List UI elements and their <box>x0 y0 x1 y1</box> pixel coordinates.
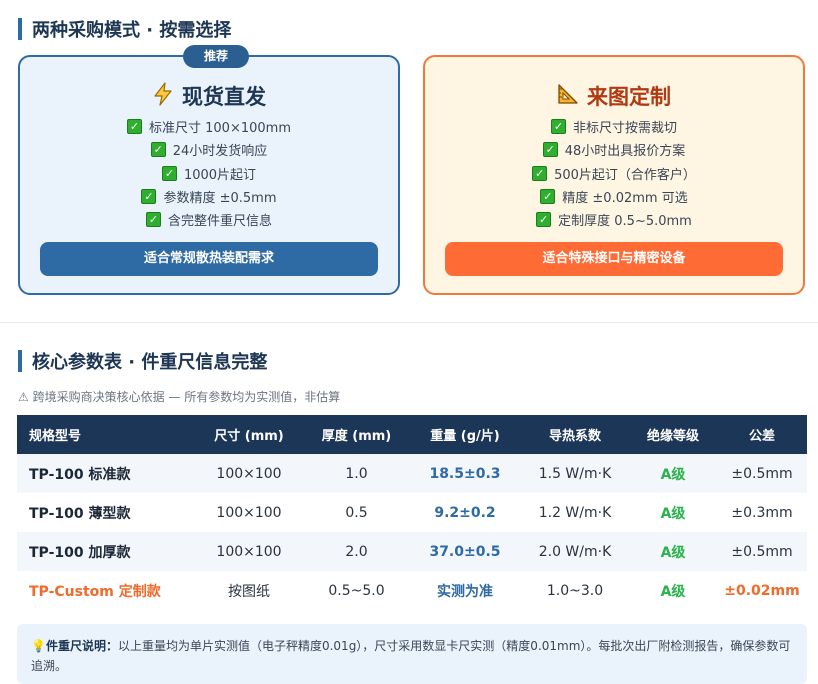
table-row: TP-Custom 定制款 按图纸 0.5~5.0 实测为准 1.0~3.0 A… <box>17 571 807 610</box>
feature-item: ✓ 48小时出具报价方案 <box>425 138 803 161</box>
check-icon: ✓ <box>536 212 552 228</box>
cell-size: 100×100 <box>194 493 304 532</box>
stock-cta-button[interactable]: 适合常规散热装配需求 <box>40 242 378 276</box>
cell-tolerance: ±0.02mm <box>717 571 807 610</box>
cell-conductivity: 1.0~3.0 <box>521 571 629 610</box>
triangle-ruler-icon <box>557 83 579 110</box>
cell-conductivity: 2.0 W/m·K <box>521 532 629 571</box>
stock-feature-list: ✓ 标准尺寸 100×100mm ✓ 24小时发货响应 ✓ 1000片起订 ✓ 参数精度… <box>20 115 398 231</box>
cell-thickness: 0.5 <box>304 493 409 532</box>
cell-size: 按图纸 <box>194 571 304 610</box>
recommend-badge: 推荐 <box>183 45 249 68</box>
feature-item: ✓ 500片起订（合作客户） <box>425 162 803 185</box>
section-title-modes: 两种采购模式 · 按需选择 <box>18 16 231 42</box>
feature-text: 48小时出具报价方案 <box>564 144 686 160</box>
cell-weight: 9.2±0.2 <box>409 493 521 532</box>
feature-text: 标准尺寸 100×100mm <box>149 121 291 137</box>
column-header: 尺寸 (mm) <box>194 415 304 454</box>
section-divider <box>0 322 818 323</box>
section-bar <box>18 18 22 40</box>
feature-text: 24小时发货响应 <box>172 144 268 160</box>
check-icon: ✓ <box>150 142 166 158</box>
cell-weight: 37.0±0.5 <box>409 532 521 571</box>
feature-item: ✓ 24小时发货响应 <box>20 138 398 161</box>
lightning-icon <box>152 81 174 111</box>
check-icon: ✓ <box>145 212 161 228</box>
column-header: 规格型号 <box>17 415 194 454</box>
cell-size: 100×100 <box>194 532 304 571</box>
section-title-text: 核心参数表 · 件重尺信息完整 <box>32 352 268 373</box>
cell-tolerance: ±0.3mm <box>717 493 807 532</box>
feature-text: 参数精度 ±0.5mm <box>163 191 277 207</box>
custom-feature-list: ✓ 非标尺寸按需裁切 ✓ 48小时出具报价方案 ✓ 500片起订（合作客户） ✓ 精度 … <box>425 115 803 231</box>
feature-item: ✓ 含完整件重尺信息 <box>20 208 398 231</box>
check-icon: ✓ <box>141 189 157 205</box>
custom-card[interactable]: 来图定制 ✓ 非标尺寸按需裁切 ✓ 48小时出具报价方案 ✓ 500片起订（合作客户）… <box>423 55 805 295</box>
table-header-row: 规格型号 尺寸 (mm) 厚度 (mm) 重量 (g/片) 导热系数 绝缘等级 … <box>17 415 807 454</box>
cell-grade: A级 <box>629 532 717 571</box>
cell-conductivity: 1.2 W/m·K <box>521 493 629 532</box>
check-icon: ✓ <box>127 119 142 135</box>
info-box: 💡件重尺说明：以上重量均为单片实测值（电子秤精度0.01g），尺寸采用数显卡尺实… <box>17 624 807 684</box>
check-icon: ✓ <box>161 165 177 181</box>
feature-text: 1000片起订 <box>183 167 257 183</box>
lightbulb-icon: 💡 <box>31 639 46 653</box>
section-title-params: 核心参数表 · 件重尺信息完整 <box>18 348 267 374</box>
cell-tolerance: ±0.5mm <box>717 454 807 493</box>
cell-grade: A级 <box>629 571 717 610</box>
feature-text: 定制厚度 0.5~5.0mm <box>558 214 692 230</box>
cell-model: TP-100 加厚款 <box>17 532 194 571</box>
cell-size: 100×100 <box>194 454 304 493</box>
check-icon: ✓ <box>550 119 566 135</box>
check-icon: ✓ <box>540 189 556 205</box>
table-row: TP-100 加厚款 100×100 2.0 37.0±0.5 2.0 W/m·… <box>17 532 807 571</box>
params-table: 规格型号 尺寸 (mm) 厚度 (mm) 重量 (g/片) 导热系数 绝缘等级 … <box>17 415 807 610</box>
stock-title-text: 现货直发 <box>182 85 266 109</box>
stock-title: 现货直发 <box>20 81 398 111</box>
feature-text: 非标尺寸按需裁切 <box>572 121 677 137</box>
feature-item: ✓ 标准尺寸 100×100mm <box>20 115 398 138</box>
cell-weight: 实测为准 <box>409 571 521 610</box>
cell-thickness: 2.0 <box>304 532 409 571</box>
table-row: TP-100 标准款 100×100 1.0 18.5±0.3 1.5 W/m·… <box>17 454 807 493</box>
feature-item: ✓ 非标尺寸按需裁切 <box>425 115 803 138</box>
info-label: 件重尺说明： <box>45 639 118 653</box>
feature-item: ✓ 精度 ±0.02mm 可选 <box>425 185 803 208</box>
section-title-text: 两种采购模式 · 按需选择 <box>32 20 232 41</box>
feature-text: 精度 ±0.02mm 可选 <box>562 191 688 207</box>
feature-item: ✓ 参数精度 ±0.5mm <box>20 185 398 208</box>
custom-title-text: 来图定制 <box>587 85 671 109</box>
feature-text: 含完整件重尺信息 <box>167 214 272 230</box>
column-header: 导热系数 <box>521 415 629 454</box>
info-text: 以上重量均为单片实测值（电子秤精度0.01g），尺寸采用数显卡尺实测（精度0.0… <box>31 639 791 673</box>
cell-model: TP-100 薄型款 <box>17 493 194 532</box>
cell-weight: 18.5±0.3 <box>409 454 521 493</box>
column-header: 厚度 (mm) <box>304 415 409 454</box>
column-header: 绝缘等级 <box>629 415 717 454</box>
cell-thickness: 0.5~5.0 <box>304 571 409 610</box>
section-bar <box>18 350 22 372</box>
feature-item: ✓ 定制厚度 0.5~5.0mm <box>425 208 803 231</box>
cell-thickness: 1.0 <box>304 454 409 493</box>
stock-card[interactable]: 现货直发 ✓ 标准尺寸 100×100mm ✓ 24小时发货响应 ✓ 1000片起订 … <box>18 55 400 295</box>
check-icon: ✓ <box>532 165 548 181</box>
feature-text: 500片起订（合作客户） <box>554 167 696 183</box>
feature-item: ✓ 1000片起订 <box>20 162 398 185</box>
cell-tolerance: ±0.5mm <box>717 532 807 571</box>
cell-grade: A级 <box>629 493 717 532</box>
custom-cta-button[interactable]: 适合特殊接口与精密设备 <box>445 242 783 276</box>
cell-model: TP-100 标准款 <box>17 454 194 493</box>
table-row: TP-100 薄型款 100×100 0.5 9.2±0.2 1.2 W/m·K… <box>17 493 807 532</box>
cell-conductivity: 1.5 W/m·K <box>521 454 629 493</box>
warning-note: ⚠ 跨境采购商决策核心依据 — 所有参数均为实测值，非估算 <box>18 390 341 404</box>
column-header: 公差 <box>717 415 807 454</box>
custom-title: 来图定制 <box>425 81 803 111</box>
check-icon: ✓ <box>542 142 558 158</box>
cell-grade: A级 <box>629 454 717 493</box>
column-header: 重量 (g/片) <box>409 415 521 454</box>
cell-model: TP-Custom 定制款 <box>17 571 194 610</box>
